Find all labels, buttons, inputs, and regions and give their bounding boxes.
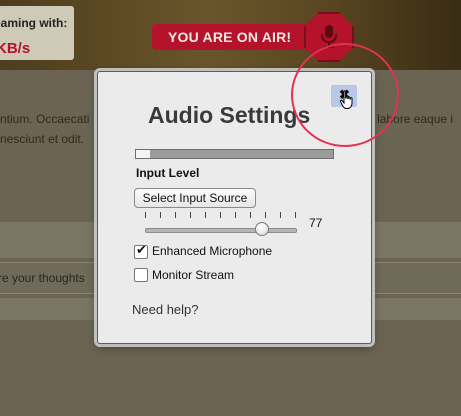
input-level-meter	[135, 149, 334, 159]
on-air-banner: YOU ARE ON AIR!	[152, 24, 330, 50]
slider-tick	[295, 212, 296, 218]
input-level-fill	[136, 150, 150, 158]
hand-pointer-icon	[339, 90, 353, 109]
slider-tick	[160, 212, 161, 218]
stream-stats-box: eaming with: KB/s	[0, 6, 74, 60]
input-volume-slider[interactable]	[145, 228, 297, 233]
slider-tick	[205, 212, 206, 218]
slider-tick	[175, 212, 176, 218]
slider-tick	[190, 212, 191, 218]
text-line-1-left: ntium. Occaecati	[0, 112, 90, 126]
input-level-label: Input Level	[136, 166, 200, 180]
slider-tick	[250, 212, 251, 218]
slider-handle[interactable]	[255, 222, 269, 236]
slider-tick	[235, 212, 236, 218]
slider-tick	[145, 212, 146, 218]
dialog-title: Audio Settings	[148, 102, 311, 128]
text-line-2-left: nesciunt et odit.	[0, 132, 85, 146]
slider-tick	[265, 212, 266, 218]
select-input-source-button[interactable]: Select Input Source	[134, 188, 256, 208]
microphone-icon	[321, 25, 337, 48]
stream-rate: KB/s	[0, 40, 31, 57]
top-bar: eaming with: KB/s YOU ARE ON AIR!	[0, 0, 461, 70]
microphone-badge[interactable]	[304, 12, 354, 62]
stream-label: eaming with:	[0, 16, 68, 30]
enhanced-microphone-label[interactable]: Enhanced Microphone	[152, 244, 272, 258]
comment-placeholder: re your thoughts	[0, 271, 85, 285]
enhanced-microphone-checkbox[interactable]: ✔	[134, 242, 148, 259]
audio-settings-dialog: ✖ Audio Settings Input Level Select Inpu…	[97, 71, 372, 344]
slider-tick	[220, 212, 221, 218]
need-help-link[interactable]: Need help?	[132, 302, 199, 317]
slider-tick	[280, 212, 281, 218]
text-line-1-right: n labore eaque i	[367, 112, 454, 126]
monitor-stream-label[interactable]: Monitor Stream	[152, 268, 234, 282]
monitor-stream-checkbox[interactable]	[134, 268, 148, 282]
on-air-text: YOU ARE ON AIR!	[168, 29, 292, 45]
slider-value: 77	[309, 216, 323, 230]
checkmark-icon: ✔	[136, 242, 147, 257]
slider-ticks	[145, 212, 297, 220]
